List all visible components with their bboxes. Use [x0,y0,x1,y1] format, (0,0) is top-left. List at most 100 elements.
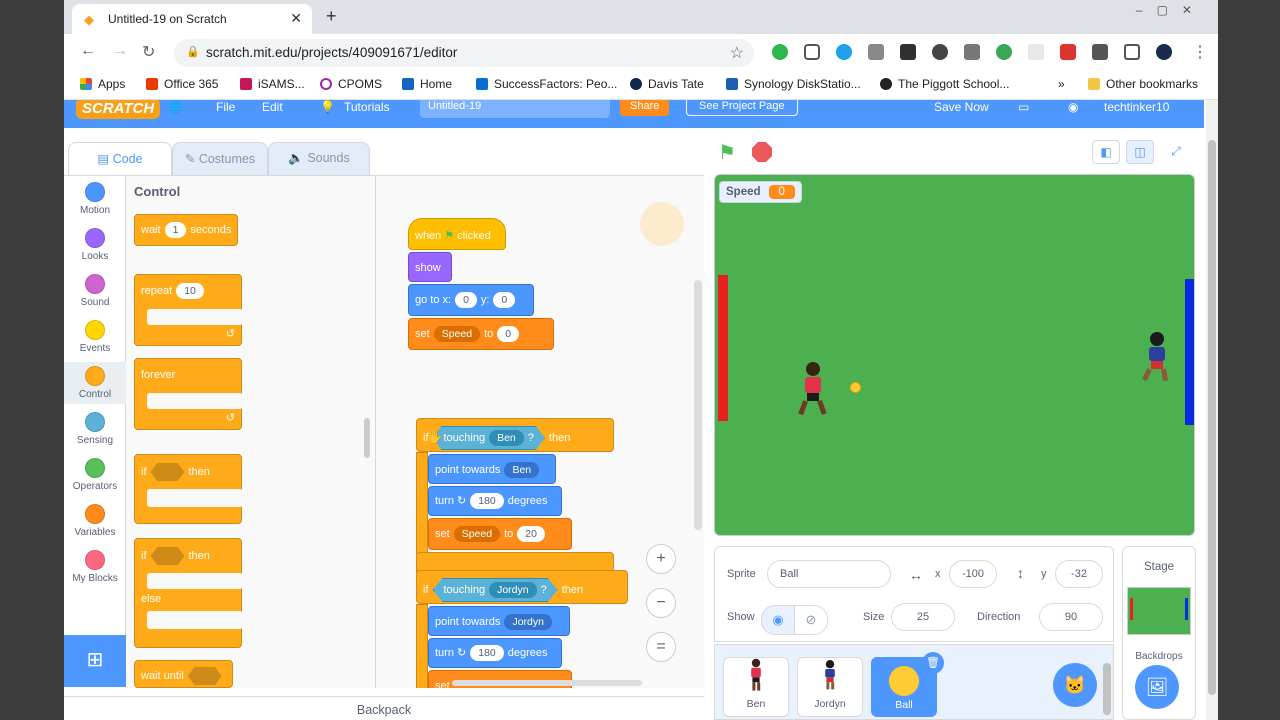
show-hidden-eye-icon[interactable]: ⊘ [794,605,828,635]
tab-costumes[interactable]: ✎ Costumes [172,142,268,176]
category-variables[interactable]: Variables [64,504,126,538]
profile-avatar[interactable] [1156,44,1172,60]
browser-tab[interactable]: ◆ Untitled-19 on Scratch ✕ [72,4,312,34]
menu-kebab-icon[interactable]: ⋮ [1192,42,1208,62]
edit-menu[interactable]: Edit [262,100,283,114]
sprite-tile-jordyn[interactable]: Jordyn [797,657,863,717]
forward-icon[interactable]: → [112,42,128,60]
user-menu[interactable]: techtinker10 [1104,100,1169,114]
save-now-link[interactable]: Save Now [934,100,989,114]
ben-sprite[interactable] [793,361,833,420]
my-stuff-icon[interactable]: ▭ [1018,100,1029,114]
turn-180-block-2[interactable]: turn ↻ 180 degrees [428,638,562,668]
extensions-icon[interactable] [1092,44,1108,60]
bookmark-apps[interactable]: Apps [80,77,125,91]
scratch-logo[interactable]: SCRATCH [76,100,161,119]
bookmarks-overflow[interactable]: » [1058,77,1065,91]
stage-selector[interactable]: Stage Backdrops 🖼 [1122,546,1196,720]
repeat-block[interactable]: repeat 10 ↺ [134,274,243,346]
green-flag-button[interactable]: ⚑ [718,140,742,164]
share-button[interactable]: Share [620,100,670,116]
go-to-xy-block[interactable]: go to x: 0 y: 0 [408,284,534,316]
stage-canvas[interactable]: Speed 0 [714,174,1195,536]
category-my-blocks[interactable]: My Blocks [64,550,126,584]
category-sensing[interactable]: Sensing [64,412,126,446]
see-project-page-button[interactable]: See Project Page [686,100,798,116]
direction-input[interactable]: 90 [1039,603,1103,631]
bookmark-office[interactable]: Office 365 [146,77,218,91]
extension-grey-icon[interactable] [1028,44,1044,60]
bookmark-cpoms[interactable]: CPOMS [320,77,382,91]
stop-button[interactable] [752,142,772,162]
jordyn-sprite[interactable] [1137,331,1177,386]
sprite-tile-ben[interactable]: Ben [723,657,789,717]
palette-scrollbar[interactable] [364,418,370,458]
choose-backdrop-button[interactable]: 🖼 [1135,665,1179,709]
sprite-list-scrollbar[interactable] [1103,663,1111,715]
window-controls[interactable]: –▢✕ [1136,3,1206,17]
category-events[interactable]: Events [64,320,126,354]
dropbox-icon[interactable] [868,44,884,60]
file-menu[interactable]: File [216,100,235,114]
if-then-block[interactable]: if then [134,454,243,524]
extension-red-icon[interactable] [1060,44,1076,60]
when-flag-clicked-block[interactable]: when ⚑ clicked [408,218,506,250]
small-stage-button[interactable]: ◧ [1092,140,1120,164]
show-visible-eye-icon[interactable]: ◉ [761,605,795,635]
size-input[interactable]: 25 [891,603,955,631]
delete-sprite-icon[interactable]: 🗑 [922,652,944,674]
normal-stage-button[interactable]: ◫ [1126,140,1154,164]
user-avatar[interactable]: ◉ [1068,100,1078,114]
ball-sprite[interactable] [850,382,861,393]
extension-blue-icon[interactable] [836,44,852,60]
bookmark-star-icon[interactable]: ☆ [730,43,744,63]
close-tab-icon[interactable]: ✕ [290,10,302,27]
category-operators[interactable]: Operators [64,458,126,492]
set-speed-block[interactable]: set Speed to 0 [408,318,554,350]
extension-g-icon[interactable] [996,44,1012,60]
y-input[interactable]: -32 [1055,560,1103,588]
extension-dark-icon[interactable] [900,44,916,60]
cast-icon[interactable] [1124,44,1140,60]
if-touching-ben-block[interactable]: if touching Ben? then [416,418,614,452]
script-horizontal-scrollbar[interactable] [452,680,642,686]
sprite-name-input[interactable]: Ball [767,560,891,588]
backpack[interactable]: Backpack [64,696,704,720]
zoom-reset-button[interactable]: = [646,632,676,662]
choose-sprite-button[interactable]: 🐱 [1053,663,1097,707]
globe-icon[interactable]: 🌐 [168,100,183,114]
point-towards-jordyn-block[interactable]: point towards Jordyn [428,606,570,636]
bookmark-successfactors[interactable]: SuccessFactors: Peo... [476,77,617,91]
turn-180-block[interactable]: turn ↻ 180 degrees [428,486,562,516]
script-vertical-scrollbar[interactable] [694,280,702,530]
bookmark-piggott[interactable]: The Piggott School... [880,77,1009,91]
wait-until-block[interactable]: wait until [134,660,233,688]
extension-location-icon[interactable] [932,44,948,60]
show-block[interactable]: show [408,252,452,282]
zoom-in-button[interactable]: + [646,544,676,574]
bookmark-synology[interactable]: Synology DiskStatio... [726,77,861,91]
category-looks[interactable]: Looks [64,228,126,262]
x-input[interactable]: -100 [949,560,997,588]
script-area[interactable]: when ⚑ clicked show go to x: 0 y: 0 set Spee… [376,175,704,688]
bookmark-other[interactable]: Other bookmarks [1088,77,1198,91]
tab-sounds[interactable]: 🔈 Sounds [268,142,370,176]
bookmark-isams[interactable]: iSAMS... [240,77,305,91]
extension-green-icon[interactable] [772,44,788,60]
if-touching-jordyn-block[interactable]: if touching Jordyn? then [416,570,628,604]
project-title-input[interactable]: Untitled-19 [420,100,610,118]
page-scrollbar[interactable] [1206,100,1218,720]
bookmark-home[interactable]: Home [402,77,452,91]
category-control[interactable]: Control [64,362,126,404]
bookmark-davis-tate[interactable]: Davis Tate [630,77,704,91]
tab-code[interactable]: ▤ Code [68,142,172,176]
reload-icon[interactable]: ↻ [142,42,155,62]
if-then-else-block[interactable]: if then else [134,538,243,648]
address-bar[interactable]: 🔒 scratch.mit.edu/projects/409091671/edi… [174,39,754,67]
category-motion[interactable]: Motion [64,182,126,216]
point-towards-ben-block[interactable]: point towards Ben [428,454,556,484]
set-speed-20-block[interactable]: set Speed to 20 [428,518,572,550]
add-extension-button[interactable]: ⊞ [64,635,126,687]
back-icon[interactable]: ← [80,42,96,60]
category-sound[interactable]: Sound [64,274,126,308]
